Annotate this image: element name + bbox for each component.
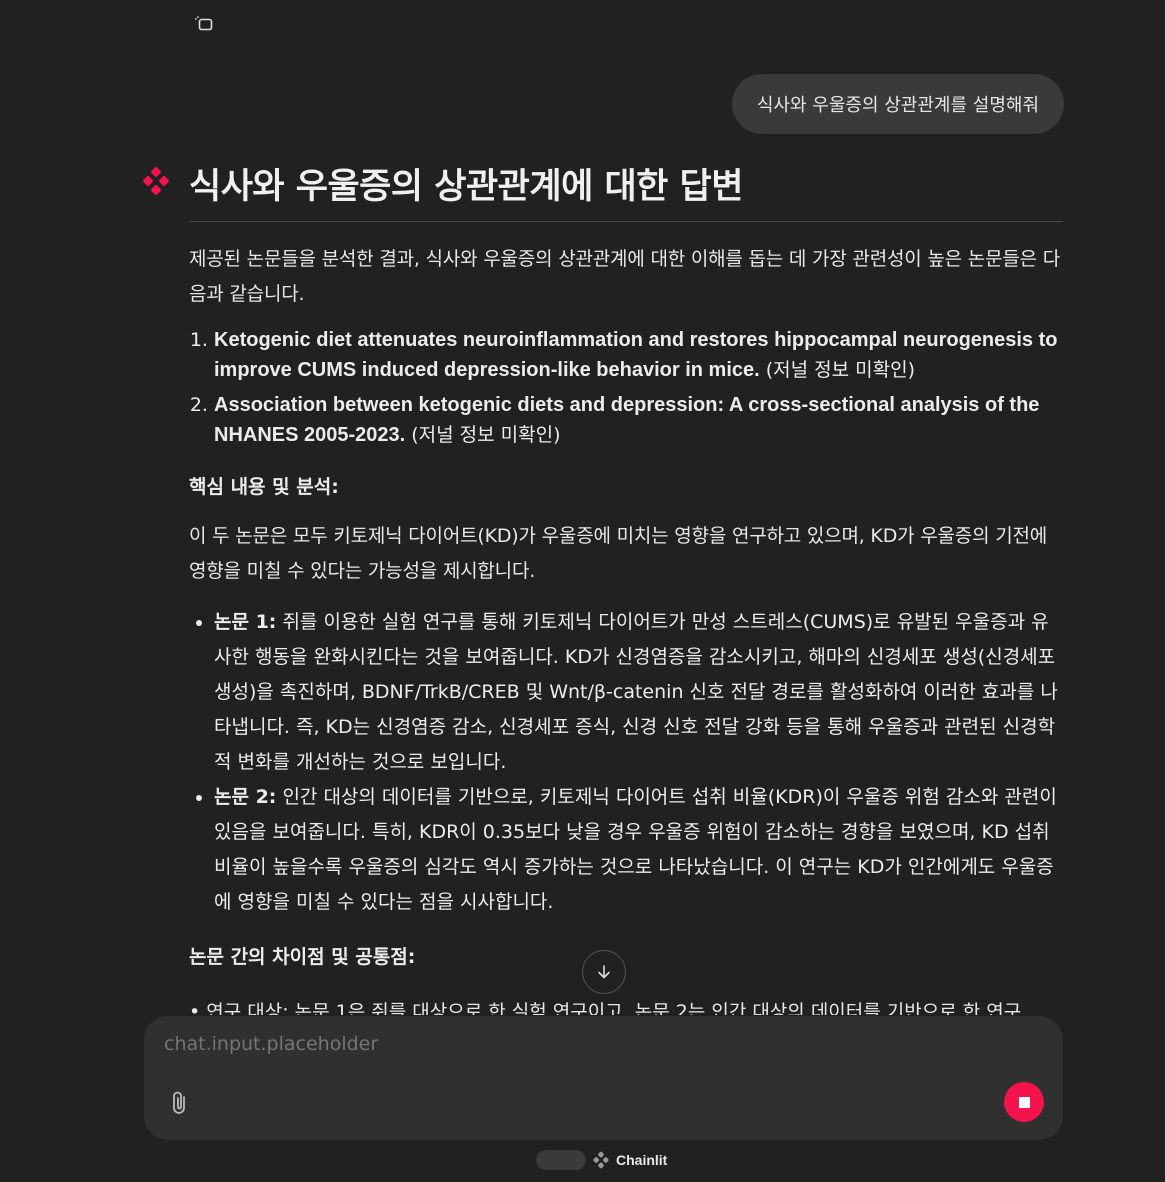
chainlit-logo-icon bbox=[593, 1151, 609, 1169]
section-heading: 논문 간의 차이점 및 공통점: bbox=[189, 946, 416, 968]
footer: Chainlit bbox=[536, 1150, 667, 1170]
stop-button[interactable] bbox=[1004, 1082, 1044, 1122]
paper-note: (저널 정보 미확인) bbox=[405, 424, 561, 446]
chainlit-logo-icon bbox=[143, 167, 169, 195]
user-message-bubble: 식사와 우울증의 상관관계를 설명해줘 bbox=[731, 74, 1064, 134]
paper-note: (저널 정보 미확인) bbox=[759, 359, 916, 381]
scroll-to-bottom-button[interactable] bbox=[582, 950, 626, 994]
analysis-text: 인간 대상의 데이터를 기반으로, 키토제닉 다이어트 섭취 비율(KDR)이 … bbox=[214, 786, 1057, 913]
partially-visible-line: • 연구 대상: 논문 1은 쥐를 대상으로 한 실험 연구이고, 논문 2는 … bbox=[189, 1001, 1022, 1015]
theme-toggle[interactable] bbox=[536, 1150, 586, 1170]
paper-title: Ketogenic diet attenuates neuroinflammat… bbox=[214, 329, 1058, 381]
analysis-item: 논문 2: 인간 대상의 데이터를 기반으로, 키토제닉 다이어트 섭취 비율(… bbox=[214, 780, 1063, 920]
chat-input[interactable] bbox=[164, 1033, 984, 1055]
paperclip-icon bbox=[173, 1091, 185, 1114]
analysis-text: 쥐를 이용한 실험 연구를 통해 키토제닉 다이어트가 만성 스트레스(CUMS… bbox=[214, 611, 1058, 773]
attach-button[interactable] bbox=[168, 1089, 192, 1117]
new-chat-icon[interactable] bbox=[194, 15, 214, 33]
section-heading: 핵심 내용 및 분석: bbox=[189, 476, 339, 498]
user-message-text: 식사와 우울증의 상관관계를 설명해줘 bbox=[756, 95, 1039, 116]
analysis-item: 논문 1: 쥐를 이용한 실험 연구를 통해 키토제닉 다이어트가 만성 스트레… bbox=[214, 605, 1063, 780]
assistant-message: 식사와 우울증의 상관관계에 대한 답변 제공된 논문들을 분석한 결과, 식사… bbox=[189, 158, 1063, 969]
analysis-list: 논문 1: 쥐를 이용한 실험 연구를 통해 키토제닉 다이어트가 만성 스트레… bbox=[189, 605, 1063, 920]
paper-list: Ketogenic diet attenuates neuroinflammat… bbox=[189, 325, 1063, 450]
paper-title: Association between ketogenic diets and … bbox=[214, 394, 1040, 446]
analysis-label: 논문 1: bbox=[214, 611, 277, 633]
brand-name[interactable]: Chainlit bbox=[616, 1152, 667, 1168]
section-paragraph: 이 두 논문은 모두 키토제닉 다이어트(KD)가 우울증에 미치는 영향을 연… bbox=[189, 525, 1048, 582]
paper-item: Ketogenic diet attenuates neuroinflammat… bbox=[214, 325, 1063, 385]
paper-item: Association between ketogenic diets and … bbox=[214, 390, 1063, 450]
chat-composer bbox=[144, 1016, 1063, 1140]
answer-intro: 제공된 논문들을 분석한 결과, 식사와 우울증의 상관관계에 대한 이해를 돕… bbox=[189, 248, 1061, 305]
analysis-label: 논문 2: bbox=[214, 786, 277, 808]
stop-icon bbox=[1018, 1096, 1030, 1108]
assistant-avatar bbox=[141, 166, 171, 196]
arrow-down-icon bbox=[598, 965, 610, 979]
answer-title: 식사와 우울증의 상관관계에 대한 답변 bbox=[189, 158, 1063, 222]
